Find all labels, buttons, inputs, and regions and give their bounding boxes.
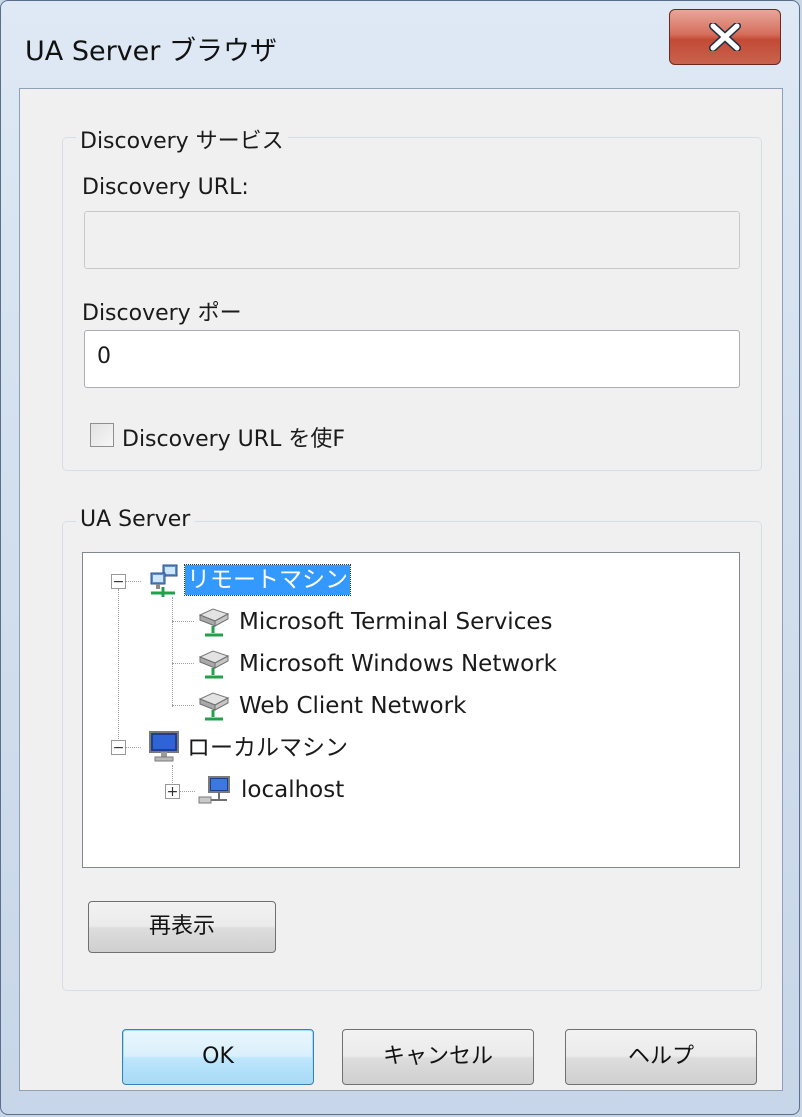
ok-button[interactable]: OK [122,1029,314,1085]
ua-server-group-label: UA Server [76,507,195,532]
help-button[interactable]: ヘルプ [565,1029,757,1085]
tree-item-localhost[interactable]: localhost [241,775,344,805]
plus-icon: + [166,784,179,800]
use-discovery-url-label: Discovery URL を使F [122,427,345,452]
close-icon [709,23,741,51]
dialog-client-area: Discovery サービス Discovery URL: Discovery … [19,88,783,1091]
collapse-local-toggle[interactable]: − [111,740,126,756]
discovery-url-input[interactable] [84,211,740,269]
tree-item-local[interactable]: ローカルマシン [187,733,348,763]
collapse-remote-toggle[interactable]: − [111,574,126,590]
expand-localhost-toggle[interactable]: + [165,784,180,800]
close-button[interactable] [669,9,781,65]
network-computers-icon [150,564,178,597]
refresh-button[interactable]: 再表示 [88,901,276,953]
network-computer-icon [198,776,230,804]
tree-item-terminal-services[interactable]: Microsoft Terminal Services [239,607,552,637]
network-server-icon [198,692,230,721]
tree-item-remote[interactable]: リモートマシン [184,564,351,596]
dialog-window: UA Server ブラウザ Discovery サービス Discovery … [0,0,800,1115]
use-discovery-url-checkbox[interactable] [90,423,114,447]
discovery-port-label: Discovery ポー [82,301,242,326]
computer-monitor-icon [149,731,179,762]
server-tree-view[interactable]: − リモートマシン Microsoft Terminal Services Mi… [82,552,740,868]
cancel-button[interactable]: キャンセル [342,1029,534,1085]
window-title: UA Server ブラウザ [25,36,277,67]
minus-icon: − [112,574,125,590]
minus-icon: − [112,740,125,756]
tree-item-windows-network[interactable]: Microsoft Windows Network [239,649,557,679]
discovery-port-input[interactable]: 0 [84,330,740,388]
network-server-icon [198,650,230,679]
discovery-url-label: Discovery URL: [82,175,249,200]
network-server-icon [198,608,230,637]
tree-item-web-client-network[interactable]: Web Client Network [239,691,466,721]
discovery-group-label: Discovery サービス [76,123,288,155]
